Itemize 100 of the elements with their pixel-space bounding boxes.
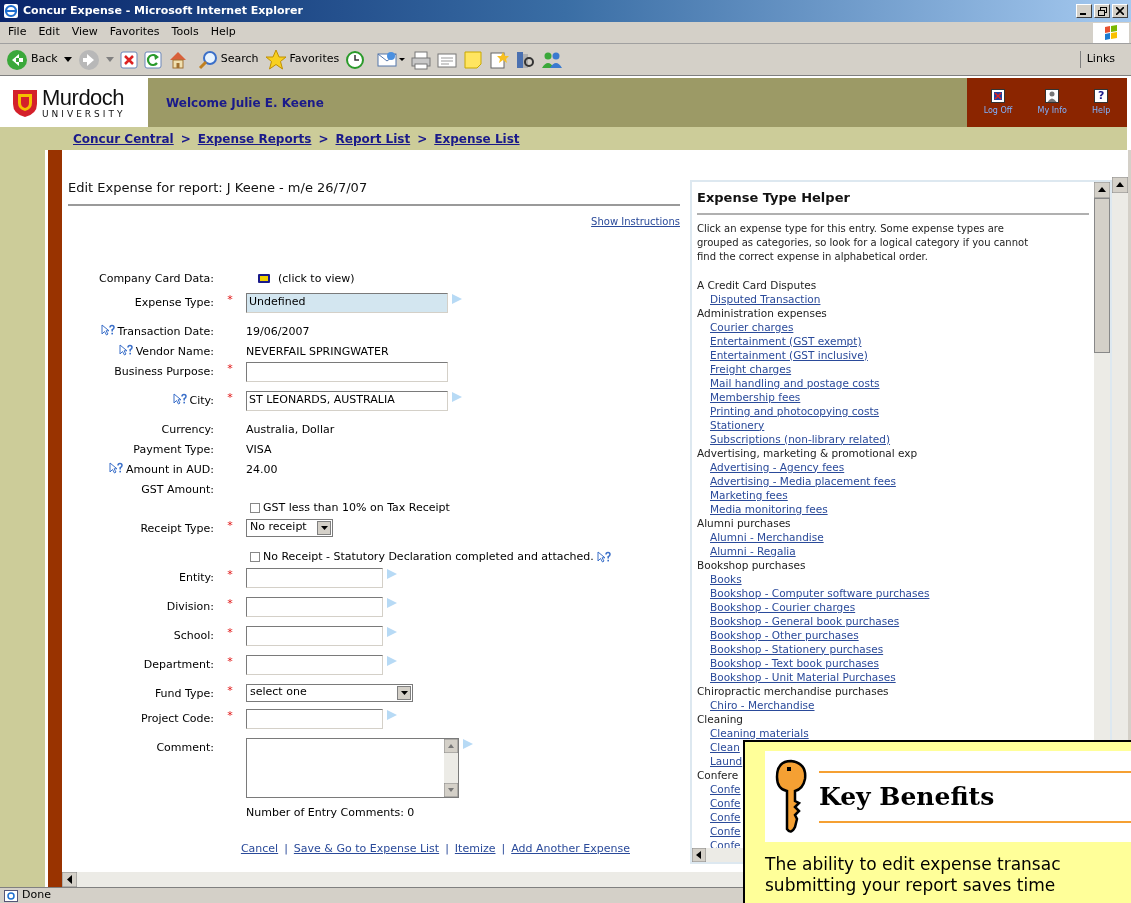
breadcrumb-link[interactable]: Expense List: [434, 129, 520, 148]
expense-type-link[interactable]: Subscriptions (non-library related): [710, 432, 891, 445]
menu-item[interactable]: Help: [204, 24, 242, 41]
breadcrumb-link[interactable]: Report List: [335, 129, 411, 148]
expense-type-link[interactable]: Alumni - Merchandise: [710, 530, 824, 543]
favorites-button[interactable]: Favorites: [264, 48, 340, 71]
select-dropdown[interactable]: select one: [246, 683, 413, 702]
expense-type-link[interactable]: Courier charges: [710, 320, 794, 333]
expense-type-link[interactable]: Disputed Transaction: [710, 292, 821, 305]
expense-type-link[interactable]: Bookshop - Courier charges: [710, 600, 856, 613]
scroll-left-icon[interactable]: [692, 848, 706, 862]
expense-type-link[interactable]: Confe: [710, 824, 741, 837]
input-field[interactable]: [246, 567, 383, 588]
help-cursor-icon[interactable]: [100, 323, 115, 336]
expense-type-link[interactable]: Bookshop - Other purchases: [710, 628, 859, 641]
input-field[interactable]: [246, 708, 383, 729]
input-field[interactable]: ST LEONARDS, AUSTRALIA: [246, 390, 448, 411]
close-icon: [1116, 7, 1124, 15]
input-field[interactable]: [246, 361, 448, 382]
expense-type-link[interactable]: Alumni - Regalia: [710, 544, 796, 557]
person-icon: [1045, 88, 1060, 103]
input-field[interactable]: [246, 654, 383, 675]
header-action-link[interactable]: ? Help: [1092, 88, 1111, 117]
expense-type-link[interactable]: Bookshop - Computer software purchases: [710, 586, 930, 599]
card-view-link[interactable]: (click to view): [278, 270, 355, 287]
links-button[interactable]: Links: [1079, 51, 1125, 68]
action-link[interactable]: Save & Go to Expense List: [293, 841, 440, 858]
comment-textarea[interactable]: [246, 737, 459, 798]
expense-type-link[interactable]: Mail handling and postage costs: [710, 376, 880, 389]
print-icon[interactable]: [411, 49, 432, 70]
menu-item[interactable]: Favorites: [103, 24, 166, 41]
expense-type-link[interactable]: Clean: [710, 740, 740, 753]
breadcrumb-link[interactable]: Expense Reports: [197, 129, 312, 148]
expense-type-link[interactable]: Entertainment (GST exempt): [710, 334, 862, 347]
action-link[interactable]: Cancel: [240, 841, 279, 858]
action-link[interactable]: Add Another Expense: [511, 841, 630, 858]
expense-type-link[interactable]: Chiro - Merchandise: [710, 698, 815, 711]
expense-type-link[interactable]: Advertising - Agency fees: [710, 460, 845, 473]
expense-type-link[interactable]: Stationery: [710, 418, 765, 431]
menu-item[interactable]: Tools: [165, 24, 205, 41]
checkbox[interactable]: [250, 502, 260, 513]
menu-item[interactable]: Edit: [32, 24, 66, 41]
expense-type-link[interactable]: Confe: [710, 796, 741, 809]
menu-item[interactable]: View: [65, 24, 104, 41]
help-cursor-icon[interactable]: [109, 461, 123, 474]
research-icon[interactable]: [515, 49, 536, 70]
expense-type-link[interactable]: Confe: [710, 810, 741, 823]
input-field[interactable]: [246, 625, 383, 646]
expense-type-link[interactable]: Marketing fees: [710, 488, 788, 501]
input-field[interactable]: [246, 596, 383, 617]
expense-type-link[interactable]: Laund: [710, 754, 743, 767]
expense-type-link[interactable]: Confe: [710, 838, 741, 848]
stop-icon[interactable]: [119, 50, 138, 69]
help-cursor-icon[interactable]: [596, 550, 611, 563]
expense-type-link[interactable]: Bookshop - Stationery purchases: [710, 642, 884, 655]
card-icon[interactable]: [258, 274, 270, 284]
dropdown-caret-icon[interactable]: [320, 525, 328, 530]
expense-type-link[interactable]: Bookshop - Unit Material Purchases: [710, 670, 896, 683]
breadcrumb-separator: >: [180, 130, 191, 148]
dropdown-caret-icon[interactable]: [400, 690, 408, 695]
expense-type-link[interactable]: Confe: [710, 782, 741, 795]
breadcrumb-separator: >: [417, 130, 428, 148]
show-instructions-link[interactable]: Show Instructions: [591, 213, 680, 229]
help-cursor-icon[interactable]: [172, 392, 187, 405]
expense-type-link[interactable]: Freight charges: [710, 362, 792, 375]
menu-item[interactable]: File: [2, 24, 33, 41]
action-link[interactable]: Itemize: [454, 841, 496, 858]
expense-type-link[interactable]: Printing and photocopying costs: [710, 404, 879, 417]
help-cursor-icon[interactable]: [118, 343, 133, 356]
history-icon[interactable]: [345, 49, 366, 70]
breadcrumb-link[interactable]: Concur Central: [73, 129, 174, 148]
field-label: Fund Type:: [154, 685, 214, 702]
dropdown-caret-icon[interactable]: [63, 56, 72, 63]
scroll-up-icon[interactable]: [1112, 177, 1128, 193]
restore-button[interactable]: [1094, 4, 1110, 18]
header-action-link[interactable]: Log Off: [983, 88, 1013, 117]
checkbox[interactable]: [250, 551, 260, 562]
expense-type-link[interactable]: Media monitoring fees: [710, 502, 828, 515]
expense-type-link[interactable]: Entertainment (GST inclusive): [710, 348, 868, 361]
welcome-text: Welcome Julie E. Keene: [166, 94, 324, 112]
expense-type-link[interactable]: Advertising - Media placement fees: [710, 474, 896, 487]
expense-type-link[interactable]: Bookshop - Text book purchases: [710, 656, 879, 669]
refresh-icon[interactable]: [143, 50, 162, 69]
page-star-icon[interactable]: [489, 49, 510, 70]
expense-type-link[interactable]: Books: [710, 572, 742, 585]
scroll-up-icon[interactable]: [1094, 182, 1110, 198]
scroll-down-icon[interactable]: [444, 782, 458, 797]
expense-type-link[interactable]: Membership fees: [710, 390, 801, 403]
input-field[interactable]: Undefined: [246, 292, 448, 313]
back-button[interactable]: Back: [6, 48, 58, 71]
breadcrumb-separator: >: [318, 130, 329, 148]
minimize-button[interactable]: [1076, 4, 1092, 18]
select-dropdown[interactable]: No receipt: [246, 518, 333, 537]
mail-icon[interactable]: [377, 49, 406, 70]
expense-type-link[interactable]: Cleaning materials: [710, 726, 809, 739]
expense-type-link[interactable]: Bookshop - General book purchases: [710, 614, 900, 627]
header-action-link[interactable]: My Info: [1037, 88, 1067, 117]
close-button[interactable]: [1112, 4, 1128, 18]
search-button[interactable]: Search: [197, 49, 259, 70]
scroll-left-icon[interactable]: [62, 872, 77, 887]
